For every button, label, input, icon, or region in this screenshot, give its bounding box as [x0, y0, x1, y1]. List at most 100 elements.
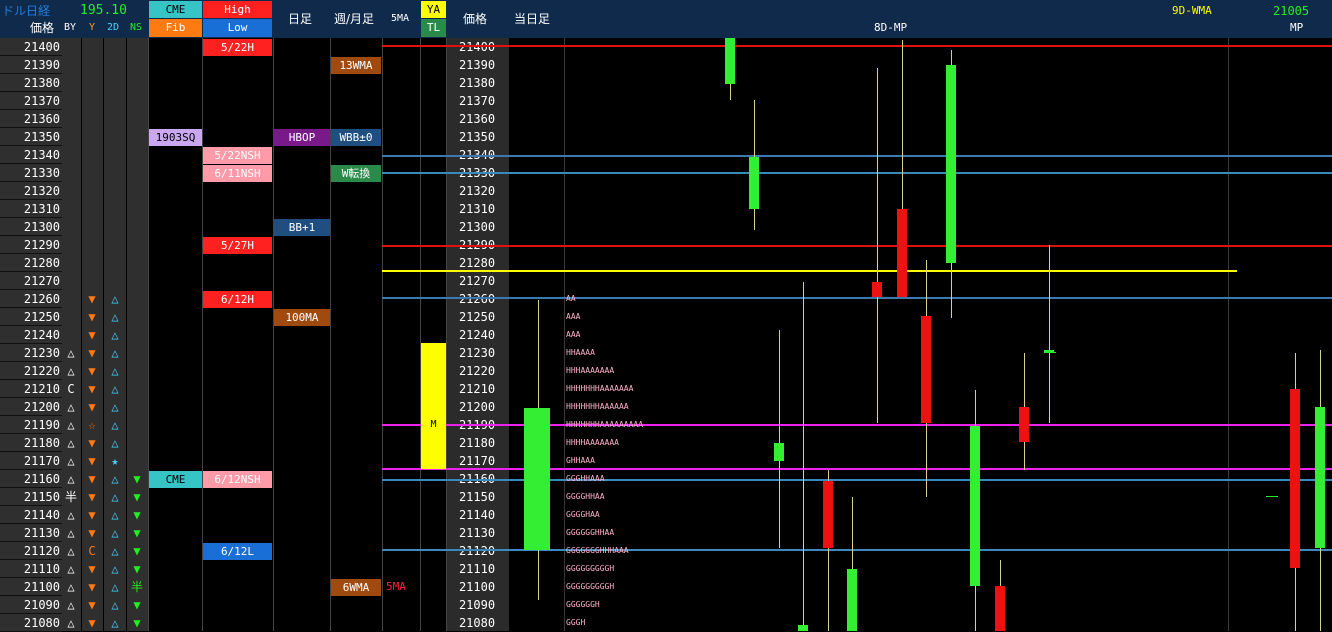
y-signal-mark: ▼ [88, 364, 96, 378]
2d-signal-mark: △ [111, 490, 119, 504]
price-row-label: 21370 [0, 92, 62, 110]
level-line-red [382, 245, 1332, 247]
tpo-row: HHHHHHHAAAAAAA [566, 384, 634, 393]
level-line-blue [382, 172, 1332, 174]
chart-gridline [564, 38, 565, 631]
price-row-label: 21280 [0, 254, 62, 272]
high-low-tag: 5/22H [203, 39, 272, 56]
price-row-label: 21290 [0, 236, 62, 254]
price-row-label: 21300 [0, 218, 62, 236]
weekly-monthly-tag: WBB±0 [331, 129, 381, 146]
price-row-label: 21100 [0, 578, 62, 596]
daily-level-tag: HBOP [274, 129, 330, 146]
high-header: High [203, 1, 272, 18]
tl-header: TL [421, 19, 446, 37]
tpo-row: AAA [566, 330, 581, 339]
tpo-row: GGGGHHAA [566, 492, 605, 501]
cme-level-tag: 1903SQ [149, 129, 202, 146]
y-signal-mark: ▼ [88, 400, 96, 414]
y-signal-mark: ▼ [88, 562, 96, 576]
candle-up [749, 157, 759, 209]
price-row-label-right: 21300 [458, 220, 496, 234]
tpo-row: GGGGGGGGGH [566, 582, 615, 591]
header-value: 195.10 [80, 3, 127, 18]
y-signal-mark: ▼ [88, 580, 96, 594]
price-row-label-right: 21210 [458, 382, 496, 396]
price-row-label: 21130 [0, 524, 62, 542]
tpo-row: GGGHHAAA [566, 474, 605, 483]
cme-header: CME [149, 1, 202, 18]
by-signal-mark: △ [67, 562, 75, 576]
ns-signal-mark: 半 [130, 580, 143, 594]
candle-wick [877, 68, 878, 423]
price-row-label: 21310 [0, 200, 62, 218]
2d-signal-mark: △ [111, 472, 119, 486]
by-signal-mark: △ [67, 364, 75, 378]
2d-signal-mark: △ [111, 562, 119, 576]
by-signal-mark: △ [67, 544, 75, 558]
y-signal-mark: ▼ [88, 382, 96, 396]
by-column-header: BY [64, 22, 77, 33]
price-row-label: 21400 [0, 38, 62, 56]
sep-1 [148, 38, 149, 631]
ns-signal-mark: ▼ [133, 616, 141, 630]
5ma-header: 5MA [391, 13, 410, 24]
tpo-row: GGGH [566, 618, 586, 627]
by-signal-mark: △ [67, 454, 75, 468]
2d-signal-mark: △ [111, 508, 119, 522]
tpo-row: AAA [566, 312, 581, 321]
title-label: ドル日経 [2, 4, 51, 18]
2d-signal-mark: △ [111, 346, 119, 360]
ns-signal-mark: ▼ [133, 562, 141, 576]
candle-down [1019, 407, 1029, 442]
price-row-label: 21200 [0, 398, 62, 416]
price-row-label: 21110 [0, 560, 62, 578]
price-row-label: 21150 [0, 488, 62, 506]
price-row-label: 21240 [0, 326, 62, 344]
price-row-label: 21390 [0, 56, 62, 74]
ya-marker: M [430, 419, 437, 430]
tpo-row: GHHAAA [566, 456, 595, 465]
price-row-label-right: 21240 [458, 328, 496, 342]
2d-signal-mark: △ [111, 382, 119, 396]
price-row-label-right: 21130 [458, 526, 496, 540]
by-signal-mark: △ [67, 616, 75, 630]
price-row-label: 21190 [0, 416, 62, 434]
price-row-label-right: 21360 [458, 112, 496, 126]
wma-value: 21005 [1273, 4, 1310, 18]
y-column-header: Y [89, 22, 96, 33]
by-signal-mark: △ [67, 418, 75, 432]
2d-column-header: 2D [107, 22, 120, 33]
price-row-label: 21250 [0, 308, 62, 326]
y-signal-mark: ▼ [88, 508, 96, 522]
ns-signal-mark: ▼ [133, 472, 141, 486]
y-signal-mark: ▼ [88, 490, 96, 504]
high-low-tag: 6/12L [203, 543, 272, 560]
candle-up [1315, 407, 1325, 548]
y-signal-mark: ▼ [88, 292, 96, 306]
candle-up [970, 426, 980, 586]
tpo-row: GGGGHAA [566, 510, 600, 519]
price-row-label: 21170 [0, 452, 62, 470]
candle-wick [1049, 245, 1050, 423]
weekly-monthly-tag: W転換 [331, 165, 381, 182]
level-line-blue [382, 297, 1332, 299]
price-row-label-right: 21370 [458, 94, 496, 108]
price-row-label-right: 21350 [458, 130, 496, 144]
price-row-label: 21160 [0, 470, 62, 488]
tpo-row: HHHHHHHAAAAAA [566, 402, 629, 411]
price-row-label: 21260 [0, 290, 62, 308]
price-row-label-right: 21140 [458, 508, 496, 522]
tpo-row: GGGGGGGGGH [566, 564, 615, 573]
ns-column-header: NS [130, 22, 143, 33]
price-row-label-right: 21180 [458, 436, 496, 450]
today-candle [524, 408, 550, 550]
2d-signal-mark: △ [111, 292, 119, 306]
daily-level-tag: BB+1 [274, 219, 330, 236]
price-row-label-right: 21310 [458, 202, 496, 216]
by-signal-mark: △ [67, 580, 75, 594]
level-line-blue [382, 155, 1332, 157]
high-low-tag: 6/12NSH [203, 471, 272, 488]
2d-signal-mark: △ [111, 418, 119, 432]
price-row-label-right: 21400 [458, 40, 496, 54]
